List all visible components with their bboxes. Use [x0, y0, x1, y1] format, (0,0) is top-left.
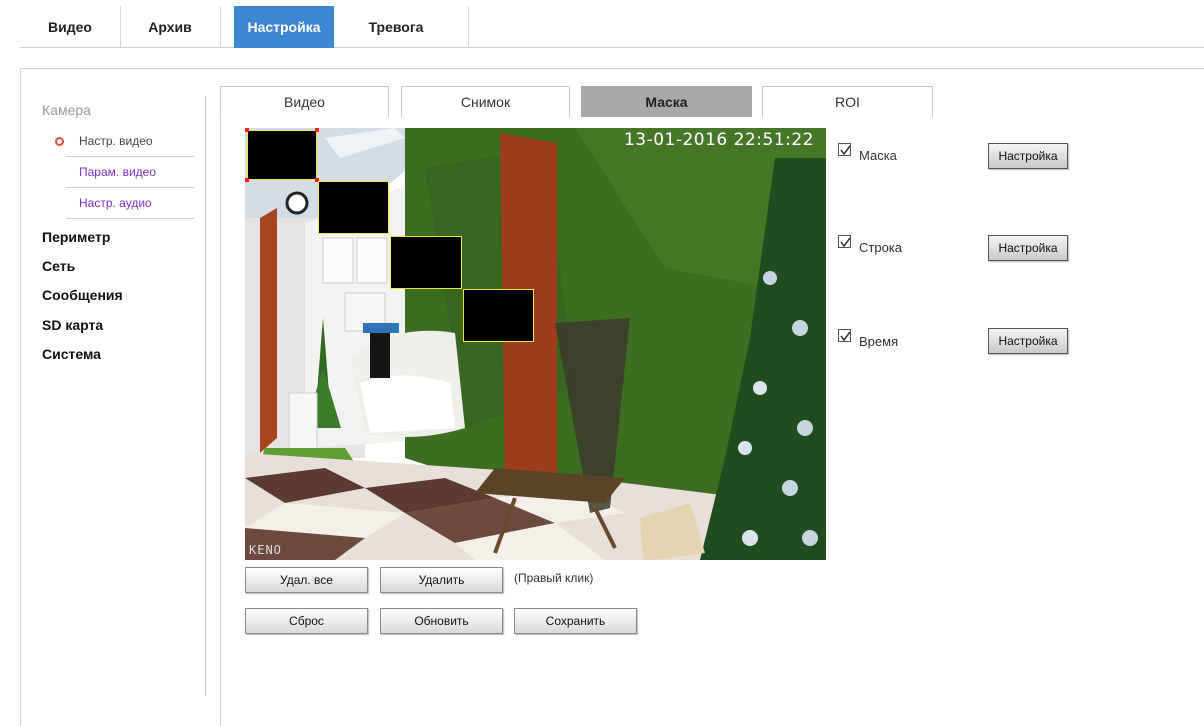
top-tab-divider: [468, 6, 469, 48]
top-tab-alarm[interactable]: Тревога: [346, 6, 446, 48]
time-setup-button[interactable]: Настройка: [988, 328, 1068, 354]
checkmark-icon: [840, 237, 851, 248]
top-navigation: Видео Архив Настройка Тревога: [20, 6, 1204, 48]
osd-camera-name: KENO: [249, 543, 282, 557]
time-checkbox[interactable]: [838, 329, 851, 342]
top-tab-video[interactable]: Видео: [20, 6, 120, 48]
sidebar-item-network[interactable]: Сеть: [42, 258, 75, 274]
sidebar-divider: [66, 218, 194, 219]
top-tab-settings[interactable]: Настройка: [234, 6, 334, 48]
tab-snapshot[interactable]: Снимок: [401, 86, 570, 117]
mask-resize-handle[interactable]: [315, 128, 319, 132]
checkmark-icon: [840, 331, 851, 342]
sidebar-divider: [66, 187, 194, 188]
sidebar-item-perimeter[interactable]: Периметр: [42, 229, 110, 245]
top-tab-divider: [220, 6, 221, 48]
sidebar-item-system[interactable]: Система: [42, 346, 101, 362]
sidebar-item-audio-settings[interactable]: Настр. аудио: [79, 196, 152, 210]
privacy-mask-2[interactable]: [318, 181, 389, 234]
checkmark-icon: [840, 145, 851, 156]
mask-resize-handle[interactable]: [245, 128, 249, 132]
content-frame-left: [20, 68, 21, 726]
mask-resize-handle[interactable]: [245, 178, 249, 182]
sidebar-item-video-settings[interactable]: Настр. видео: [79, 134, 153, 148]
privacy-mask-3[interactable]: [390, 236, 462, 289]
panel-left-border: [220, 117, 221, 726]
time-label: Время: [859, 334, 899, 349]
delete-all-button[interactable]: Удал. все: [245, 567, 368, 593]
top-tab-archive[interactable]: Архив: [120, 6, 220, 48]
mask-setup-button[interactable]: Настройка: [988, 143, 1068, 169]
save-button[interactable]: Сохранить: [514, 608, 637, 634]
mask-checkbox[interactable]: [838, 143, 851, 156]
refresh-button[interactable]: Обновить: [380, 608, 503, 634]
sidebar-separator: [205, 96, 206, 696]
line-label: Строка: [859, 240, 903, 255]
privacy-mask-1[interactable]: [247, 130, 317, 180]
tab-mask[interactable]: Маска: [581, 86, 752, 117]
line-setup-button[interactable]: Настройка: [988, 235, 1068, 261]
delete-button[interactable]: Удалить: [380, 567, 503, 593]
reset-button[interactable]: Сброс: [245, 608, 368, 634]
sidebar-camera-title: Камера: [42, 102, 91, 118]
sidebar-item-sd-card[interactable]: SD карта: [42, 317, 103, 333]
sidebar-divider: [66, 156, 194, 157]
video-preview[interactable]: 13-01-2016 22:51:22 KENO: [245, 128, 826, 560]
mask-label: Маска: [859, 148, 897, 163]
tab-roi[interactable]: ROI: [762, 86, 933, 117]
sidebar-item-messages[interactable]: Сообщения: [42, 287, 123, 303]
right-click-hint: (Правый клик): [514, 571, 594, 585]
osd-timestamp: 13-01-2016 22:51:22: [623, 130, 814, 150]
current-item-bullet-icon: [55, 137, 64, 146]
tab-video[interactable]: Видео: [220, 86, 389, 117]
content-frame-top: [20, 68, 1204, 69]
line-checkbox[interactable]: [838, 235, 851, 248]
sidebar-item-video-params[interactable]: Парам. видео: [79, 165, 156, 179]
privacy-mask-4[interactable]: [463, 289, 534, 342]
